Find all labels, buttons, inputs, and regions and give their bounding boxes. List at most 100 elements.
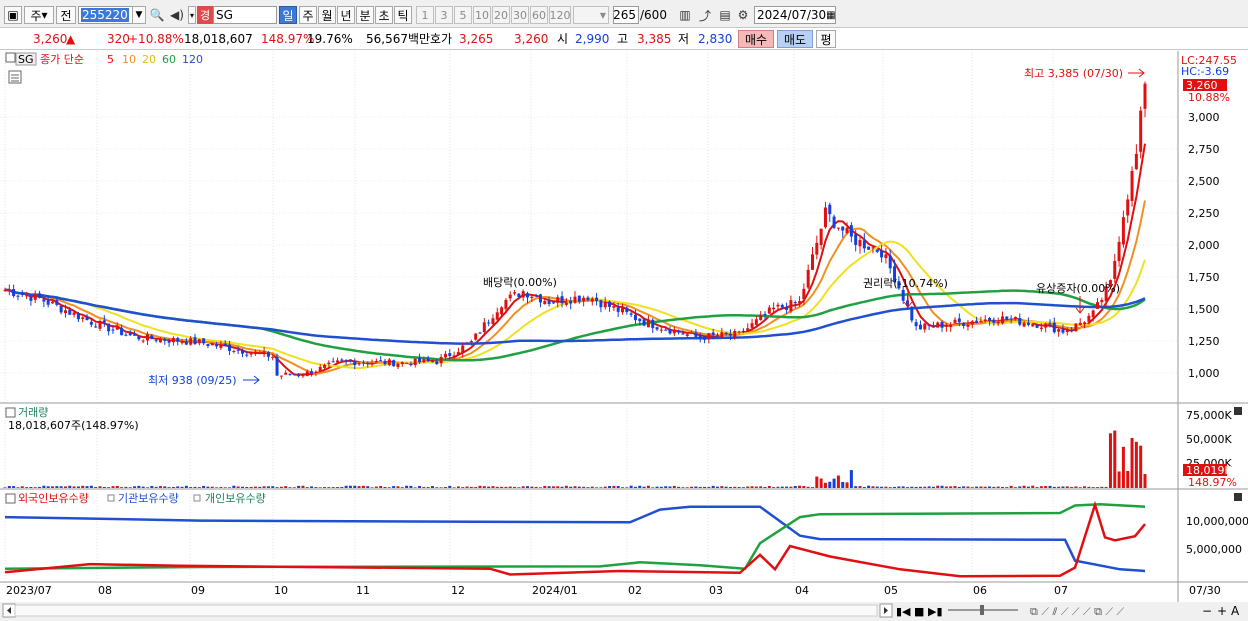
candle-body[interactable] (966, 324, 970, 327)
candle-body[interactable] (478, 332, 482, 334)
candle-body[interactable] (353, 361, 357, 366)
volume-bar[interactable] (150, 485, 154, 488)
volume-bar[interactable] (102, 486, 106, 488)
candle-body[interactable] (901, 289, 905, 301)
volume-bar[interactable] (336, 487, 339, 488)
volume-bar[interactable] (107, 487, 111, 488)
candle-body[interactable] (940, 321, 944, 328)
preset-1[interactable]: 1 (416, 6, 434, 24)
volume-bar[interactable] (38, 486, 42, 488)
volume-bar[interactable] (966, 486, 970, 488)
volume-bar[interactable] (1143, 474, 1147, 488)
candle-body[interactable] (815, 242, 819, 255)
volume-bar[interactable] (923, 486, 927, 488)
volume-bar[interactable] (72, 486, 76, 488)
volume-bar[interactable] (949, 486, 953, 488)
candle-body[interactable] (171, 338, 175, 343)
volume-bar[interactable] (292, 487, 296, 488)
volume-bar[interactable] (146, 487, 149, 488)
candle-body[interactable] (163, 339, 167, 341)
volume-bar[interactable] (353, 485, 357, 488)
candle-body[interactable] (685, 334, 689, 336)
volume-bar[interactable] (875, 486, 879, 488)
candle-body[interactable] (612, 306, 616, 308)
candle-body[interactable] (750, 323, 754, 328)
volume-bar[interactable] (422, 487, 426, 488)
average-button[interactable]: 평 (816, 30, 836, 48)
volume-bar[interactable] (996, 486, 1000, 488)
candle-body[interactable] (1052, 322, 1056, 333)
volume-bar[interactable] (215, 487, 219, 488)
volume-bar[interactable] (711, 485, 715, 488)
candle-body[interactable] (141, 340, 145, 342)
volume-bar[interactable] (210, 486, 214, 488)
volume-bar[interactable] (51, 486, 54, 488)
volume-bar[interactable] (435, 487, 439, 488)
volume-bar[interactable] (1113, 430, 1117, 488)
volume-bar[interactable] (733, 486, 737, 488)
candle-body[interactable] (1087, 315, 1091, 322)
volume-bar[interactable] (681, 487, 685, 488)
candle-body[interactable] (133, 334, 137, 336)
volume-bar[interactable] (582, 486, 586, 488)
volume-bar[interactable] (141, 486, 145, 488)
date-input[interactable]: 2024/07/30 ▦ (754, 6, 836, 24)
volume-bar[interactable] (819, 478, 823, 488)
volume-bar[interactable] (465, 486, 469, 488)
candle-body[interactable] (767, 307, 771, 314)
volume-bar[interactable] (245, 487, 249, 488)
volume-bar[interactable] (940, 485, 944, 488)
candle-body[interactable] (586, 297, 590, 301)
candle-body[interactable] (271, 356, 275, 358)
horizontal-scrollbar[interactable] (14, 604, 878, 617)
candle-body[interactable] (16, 295, 20, 297)
code-dropdown-icon[interactable]: ▼ (132, 6, 146, 24)
volume-bar[interactable] (927, 486, 931, 488)
volume-bar[interactable] (590, 486, 594, 488)
volume-bar[interactable] (176, 486, 180, 488)
volume-bar[interactable] (569, 486, 573, 488)
candle-body[interactable] (500, 307, 504, 315)
candle-body[interactable] (923, 323, 927, 330)
volume-bar[interactable] (672, 485, 676, 488)
candle-body[interactable] (102, 320, 106, 323)
volume-bar[interactable] (500, 486, 504, 488)
candle-body[interactable] (46, 300, 50, 305)
period-minute-tab[interactable]: 분 (356, 6, 374, 24)
candle-body[interactable] (754, 319, 758, 325)
volume-bar[interactable] (871, 486, 875, 488)
volume-bar[interactable] (746, 486, 750, 488)
volume-bar[interactable] (361, 485, 365, 488)
candle-body[interactable] (81, 317, 85, 319)
volume-bar[interactable] (12, 486, 16, 488)
candle-body[interactable] (215, 343, 219, 347)
volume-bar[interactable] (918, 486, 922, 488)
volume-bar[interactable] (836, 475, 840, 488)
candle-body[interactable] (1013, 316, 1017, 320)
candle-body[interactable] (253, 351, 257, 355)
volume-bar[interactable] (418, 485, 422, 488)
candle-body[interactable] (780, 304, 784, 308)
candle-body[interactable] (154, 340, 158, 342)
rewind-icon[interactable]: ▮◀ (896, 605, 911, 618)
candle-body[interactable] (988, 317, 992, 321)
candle-body[interactable] (232, 351, 236, 353)
volume-bar[interactable] (124, 486, 128, 488)
sell-button[interactable]: 매도 (777, 30, 813, 48)
candle-body[interactable] (448, 353, 452, 357)
volume-bar[interactable] (1009, 485, 1013, 488)
volume-bar[interactable] (906, 487, 909, 488)
candle-body[interactable] (547, 300, 551, 305)
holding-indiv-checkbox[interactable] (193, 494, 201, 502)
volume-bar[interactable] (180, 486, 184, 488)
volume-bar[interactable] (992, 486, 996, 488)
volume-bar[interactable] (456, 486, 460, 488)
candle-body[interactable] (392, 360, 396, 367)
candle-body[interactable] (422, 359, 426, 363)
volume-bar[interactable] (327, 487, 331, 488)
volume-bar[interactable] (228, 487, 232, 488)
candle-body[interactable] (733, 330, 737, 338)
candle-body[interactable] (12, 289, 16, 297)
volume-bar[interactable] (785, 486, 789, 488)
candle-body[interactable] (318, 366, 322, 372)
